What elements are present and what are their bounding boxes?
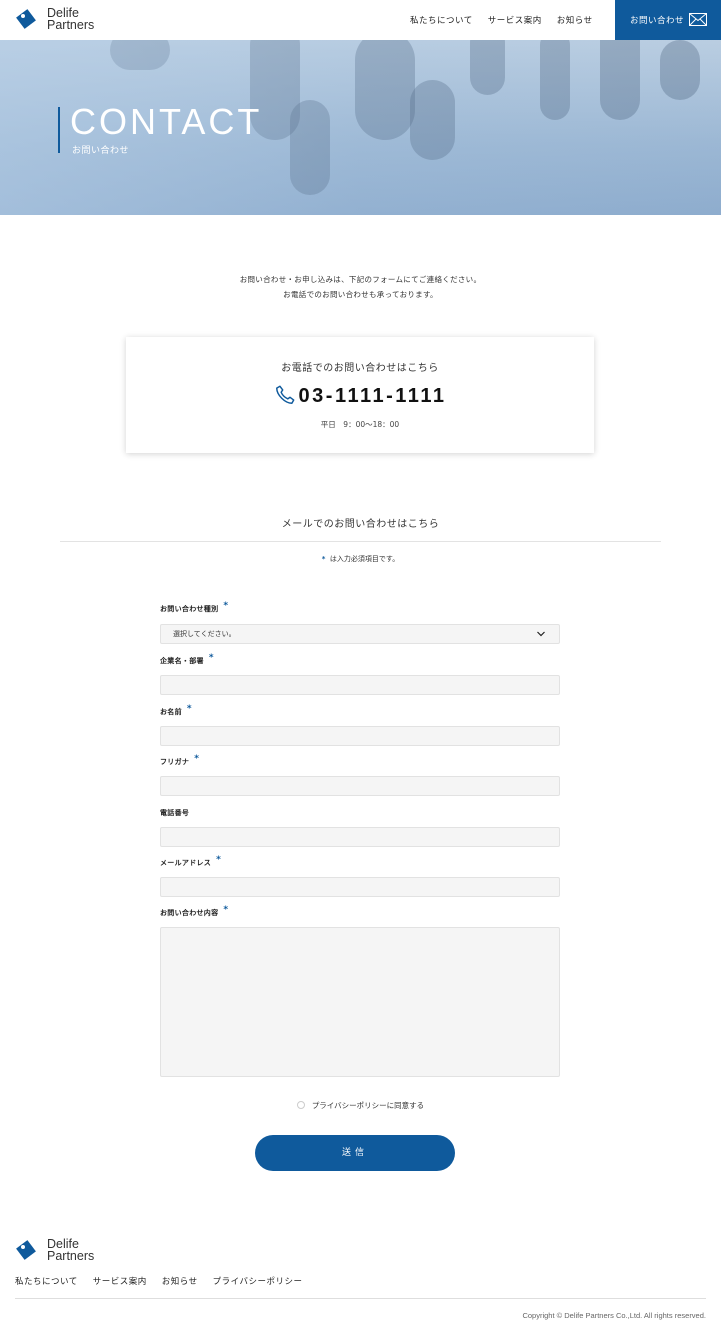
furigana-field[interactable]: [160, 776, 560, 796]
required-star: *: [186, 704, 192, 714]
name-label: お名前 *: [160, 704, 192, 717]
intro-line: お電話でのお問い合わせも承っております。: [283, 290, 438, 299]
field-label-text: お問い合わせ内容: [160, 909, 219, 917]
phone-icon: [275, 385, 294, 404]
field-label-text: お名前: [160, 708, 182, 716]
required-note-text: は入力必須項目です。: [329, 555, 400, 563]
field-label-text: 企業名・部署: [160, 657, 204, 665]
required-star: *: [223, 905, 229, 915]
hero-accent-bar: [58, 107, 60, 153]
logo-line2: Partners: [47, 1249, 95, 1263]
logo-text: Delife Partners: [47, 1238, 95, 1263]
chevron-down-icon: [537, 631, 545, 637]
phone-heading: お電話でのお問い合わせはこちら: [281, 363, 439, 374]
logo-mark-icon: [16, 1240, 36, 1260]
field-label-text: 電話番号: [160, 809, 190, 817]
phone-field[interactable]: [160, 827, 560, 847]
field-label-text: お問い合わせ種別: [160, 605, 219, 613]
nav-item-about[interactable]: 私たちについて: [410, 14, 473, 26]
privacy-consent[interactable]: プライバシーポリシーに同意する: [0, 1100, 721, 1111]
company-field[interactable]: [160, 675, 560, 695]
required-star: *: [321, 555, 326, 563]
logo-line2: Partners: [47, 18, 95, 32]
message-textarea[interactable]: [160, 927, 560, 1077]
company-label: 企業名・部署 *: [160, 653, 214, 666]
phone-contact-card: お電話でのお問い合わせはこちら 03-1111-1111 平日 9：00～18：…: [126, 337, 594, 453]
required-star: *: [194, 754, 200, 764]
field-label-text: フリガナ: [160, 758, 190, 766]
message-label: お問い合わせ内容 *: [160, 905, 229, 918]
privacy-checkbox[interactable]: [296, 1101, 305, 1109]
footer-nav-about[interactable]: 私たちについて: [15, 1275, 78, 1287]
logo-mark-icon: [16, 9, 36, 29]
phone-number[interactable]: 03-1111-1111: [299, 385, 447, 407]
section-divider: [60, 541, 661, 542]
page-subtitle: お問い合わせ: [72, 146, 130, 156]
footer-nav-services[interactable]: サービス案内: [93, 1275, 147, 1287]
logo[interactable]: Delife Partners: [15, 7, 94, 31]
furigana-label: フリガナ *: [160, 754, 200, 767]
inquiry-type-label: お問い合わせ種別 *: [160, 601, 229, 614]
logo-text: Delife Partners: [47, 7, 95, 32]
intro-line: お問い合わせ・お申し込みは、下記のフォームにてご連絡ください。: [239, 275, 482, 284]
phone-number-row: 03-1111-1111: [126, 384, 594, 408]
copyright: Copyright © Delife Partners Co.,Ltd. All…: [522, 1311, 706, 1320]
nav-item-services[interactable]: サービス案内: [488, 14, 542, 26]
inquiry-type-select[interactable]: 選択してください。: [160, 624, 560, 644]
mail-section-heading: メールでのお問い合わせはこちら: [281, 519, 440, 530]
privacy-label: プライバシーポリシーに同意する: [311, 1101, 425, 1110]
hero-banner: CONTACT お問い合わせ: [0, 40, 721, 215]
required-star: *: [208, 653, 214, 663]
footer-nav-privacy[interactable]: プライバシーポリシー: [213, 1275, 303, 1287]
required-note: * は入力必須項目です。: [0, 554, 721, 564]
footer-divider: [15, 1298, 706, 1299]
required-star: *: [216, 855, 222, 865]
page-title: CONTACT: [70, 101, 263, 142]
name-field[interactable]: [160, 726, 560, 746]
required-star: *: [223, 601, 229, 611]
inquiry-type-value: 選択してください。: [173, 630, 236, 638]
footer-nav-news[interactable]: お知らせ: [162, 1275, 198, 1287]
nav-item-news[interactable]: お知らせ: [557, 14, 593, 26]
main-nav: 私たちについて サービス案内 お知らせ: [410, 0, 593, 40]
email-field[interactable]: [160, 877, 560, 897]
footer-nav: 私たちについて サービス案内 お知らせ プライバシーポリシー: [15, 1275, 317, 1287]
mail-icon: [689, 13, 707, 26]
contact-cta-button[interactable]: お問い合わせ: [615, 0, 721, 40]
contact-cta-label: お問い合わせ: [630, 16, 685, 26]
phone-label: 電話番号: [160, 808, 189, 818]
field-label-text: メールアドレス: [160, 859, 212, 867]
footer-logo[interactable]: Delife Partners: [15, 1238, 94, 1262]
site-header: Delife Partners 私たちについて サービス案内 お知らせ お問い合…: [0, 0, 721, 40]
phone-hours: 平日 9：00～18：00: [320, 420, 400, 429]
email-label: メールアドレス *: [160, 855, 222, 868]
submit-button[interactable]: 送信: [255, 1135, 455, 1171]
intro-text: お問い合わせ・お申し込みは、下記のフォームにてご連絡ください。 お電話でのお問い…: [0, 272, 721, 302]
